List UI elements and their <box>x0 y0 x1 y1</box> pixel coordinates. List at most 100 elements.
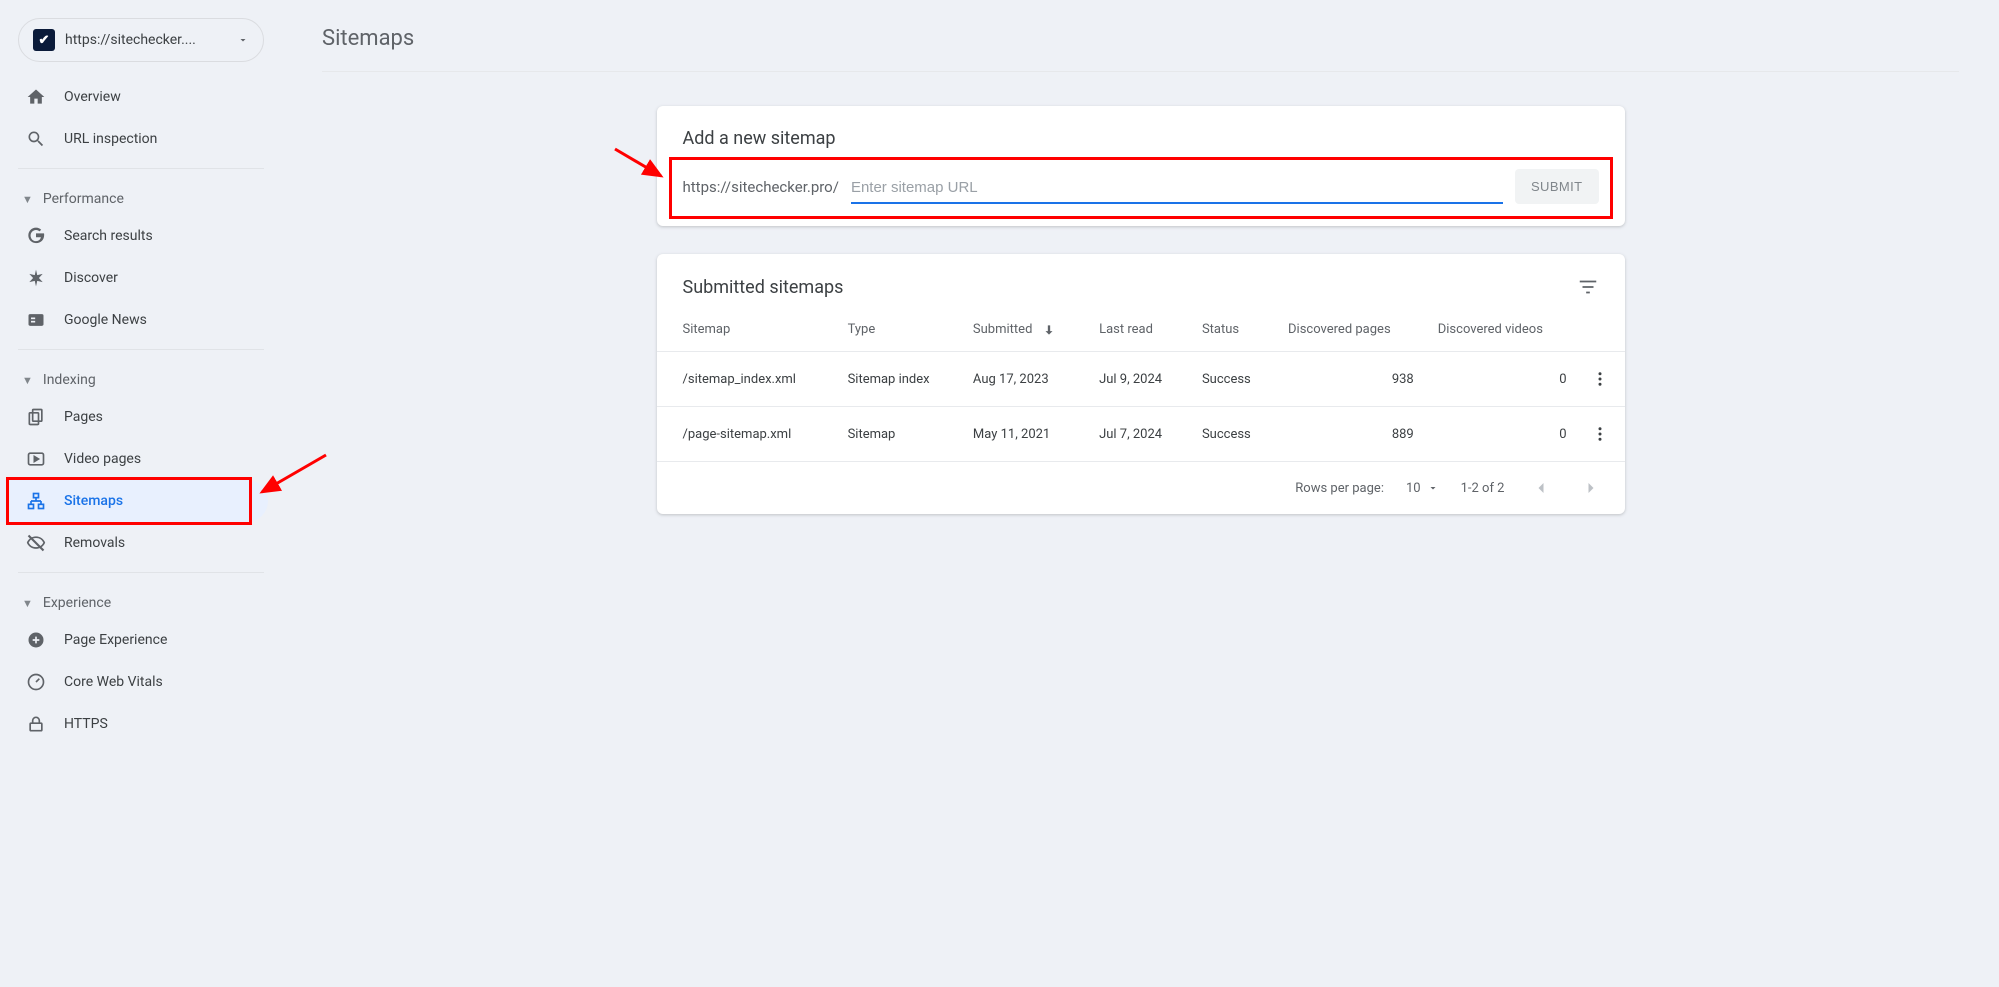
cell-status: Success <box>1190 407 1276 462</box>
table-header-row: Sitemap Type Submitted Last read Status … <box>657 308 1625 352</box>
sidebar-item-overview[interactable]: Overview <box>0 76 282 118</box>
add-sitemap-card: Add a new sitemap https://sitechecker.pr… <box>657 106 1625 226</box>
col-status[interactable]: Status <box>1190 308 1276 352</box>
search-icon <box>26 129 50 149</box>
sidebar-item-label: Pages <box>64 409 103 425</box>
col-sitemap[interactable]: Sitemap <box>657 308 836 352</box>
col-discovered-pages[interactable]: Discovered pages <box>1276 308 1426 352</box>
col-discovered-videos[interactable]: Discovered videos <box>1426 308 1579 352</box>
table-row[interactable]: /page-sitemap.xml Sitemap May 11, 2021 J… <box>657 407 1625 462</box>
sidebar-item-page-experience[interactable]: Page Experience <box>0 619 282 661</box>
chevron-down-icon: ▼ <box>22 597 33 610</box>
sidebar-item-url-inspection[interactable]: URL inspection <box>0 118 282 160</box>
sidebar-item-label: Overview <box>64 89 121 105</box>
pager-next-button[interactable] <box>1577 474 1605 502</box>
property-label: https://sitechecker.... <box>65 32 237 48</box>
row-menu-button[interactable] <box>1579 407 1625 462</box>
sidebar-item-label: Core Web Vitals <box>64 674 163 690</box>
sitemap-url-input[interactable] <box>851 173 1503 204</box>
video-icon <box>26 449 50 469</box>
page-title: Sitemaps <box>322 26 1959 51</box>
sidebar-item-label: Video pages <box>64 451 141 467</box>
google-g-icon <box>26 226 50 246</box>
sidebar-section-experience[interactable]: ▼ Experience <box>0 581 282 619</box>
cell-last-read: Jul 9, 2024 <box>1087 352 1190 407</box>
sidebar-item-label: HTTPS <box>64 716 108 732</box>
sidebar: ✔ https://sitechecker.... Overview URL i… <box>0 0 282 987</box>
property-selector[interactable]: ✔ https://sitechecker.... <box>18 18 264 62</box>
card-title: Add a new sitemap <box>683 128 1599 149</box>
rows-per-page-label: Rows per page: <box>1295 481 1384 496</box>
sidebar-item-video-pages[interactable]: Video pages <box>0 438 282 480</box>
sidebar-item-google-news[interactable]: Google News <box>0 299 282 341</box>
chevron-down-icon: ▼ <box>22 193 33 206</box>
sidebar-item-label: Search results <box>64 228 153 244</box>
filter-icon[interactable] <box>1577 276 1599 298</box>
plus-circle-icon <box>26 630 50 650</box>
sidebar-item-https[interactable]: HTTPS <box>0 703 282 745</box>
submitted-sitemaps-card: Submitted sitemaps Sitemap Type Submitte… <box>657 254 1625 514</box>
sidebar-item-core-web-vitals[interactable]: Core Web Vitals <box>0 661 282 703</box>
table-row[interactable]: /sitemap_index.xml Sitemap index Aug 17,… <box>657 352 1625 407</box>
sidebar-item-label: Page Experience <box>64 632 167 648</box>
sidebar-section-label: Performance <box>43 191 124 207</box>
divider <box>322 71 1959 72</box>
cell-status: Success <box>1190 352 1276 407</box>
lock-icon <box>26 714 50 734</box>
sidebar-item-search-results[interactable]: Search results <box>0 215 282 257</box>
removals-icon <box>26 533 50 553</box>
col-type[interactable]: Type <box>836 308 961 352</box>
pager-prev-button[interactable] <box>1527 474 1555 502</box>
cell-type: Sitemap <box>836 407 961 462</box>
home-icon <box>26 87 50 107</box>
sort-descending-icon <box>1042 322 1056 337</box>
rows-per-page-select[interactable]: 10 <box>1406 481 1439 496</box>
cell-sitemap: /sitemap_index.xml <box>657 352 836 407</box>
row-menu-button[interactable] <box>1579 352 1625 407</box>
sidebar-item-label: Removals <box>64 535 125 551</box>
sidebar-section-label: Experience <box>43 595 111 611</box>
sidebar-section-performance[interactable]: ▼ Performance <box>0 177 282 215</box>
submit-button[interactable]: SUBMIT <box>1515 169 1599 204</box>
sidebar-item-label: Discover <box>64 270 118 286</box>
cell-type: Sitemap index <box>836 352 961 407</box>
chevron-down-icon <box>1427 482 1439 494</box>
sidebar-item-sitemaps[interactable]: Sitemaps <box>0 480 268 522</box>
cell-sitemap: /page-sitemap.xml <box>657 407 836 462</box>
sidebar-item-label: URL inspection <box>64 131 157 147</box>
asterisk-icon <box>26 268 50 288</box>
property-favicon-icon: ✔ <box>33 29 55 51</box>
divider <box>18 168 264 169</box>
sidebar-item-label: Google News <box>64 312 147 328</box>
sitemap-icon <box>26 491 50 511</box>
rows-per-page-value: 10 <box>1406 481 1421 496</box>
cell-submitted: May 11, 2021 <box>961 407 1087 462</box>
card-title: Submitted sitemaps <box>683 277 844 298</box>
divider <box>18 572 264 573</box>
pages-icon <box>26 407 50 427</box>
sidebar-item-removals[interactable]: Removals <box>0 522 282 564</box>
col-last-read[interactable]: Last read <box>1087 308 1190 352</box>
gauge-icon <box>26 672 50 692</box>
divider <box>18 349 264 350</box>
cell-discovered-videos: 0 <box>1426 352 1579 407</box>
cell-submitted: Aug 17, 2023 <box>961 352 1087 407</box>
main-content: Sitemaps Add a new sitemap https://sitec… <box>282 0 1999 987</box>
sidebar-item-label: Sitemaps <box>64 493 123 509</box>
cell-last-read: Jul 7, 2024 <box>1087 407 1190 462</box>
news-icon <box>26 310 50 330</box>
chevron-down-icon: ▼ <box>22 374 33 387</box>
sidebar-item-pages[interactable]: Pages <box>0 396 282 438</box>
sidebar-item-discover[interactable]: Discover <box>0 257 282 299</box>
table-pager: Rows per page: 10 1-2 of 2 <box>657 462 1625 514</box>
col-label: Submitted <box>973 322 1032 337</box>
sidebar-section-label: Indexing <box>43 372 96 388</box>
sitemaps-table: Sitemap Type Submitted Last read Status … <box>657 308 1625 462</box>
col-submitted[interactable]: Submitted <box>961 308 1087 352</box>
sitemap-url-prefix: https://sitechecker.pro/ <box>683 178 839 204</box>
pager-range: 1-2 of 2 <box>1461 481 1505 496</box>
cell-discovered-pages: 889 <box>1276 407 1426 462</box>
sidebar-section-indexing[interactable]: ▼ Indexing <box>0 358 282 396</box>
chevron-down-icon <box>237 34 249 46</box>
cell-discovered-videos: 0 <box>1426 407 1579 462</box>
